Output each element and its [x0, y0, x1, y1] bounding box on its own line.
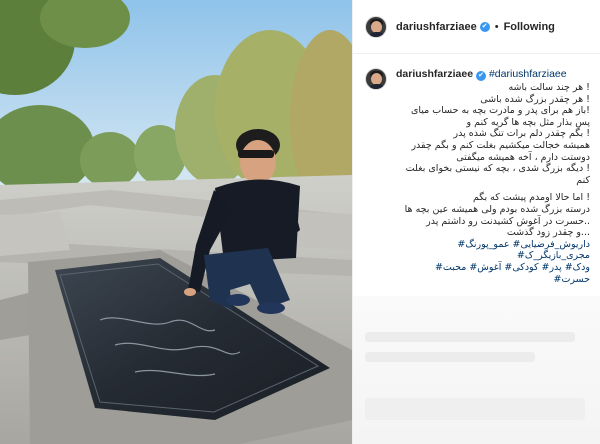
caption-text: ! هر چند سالت باشه ! هر چقدر بزرگ شده با…: [396, 82, 590, 285]
comments-placeholder: [353, 296, 600, 444]
caption-line: پس بذار مثل بچه ها گریه کنم و: [466, 116, 590, 128]
comment-avatar[interactable]: [365, 68, 387, 90]
header-username[interactable]: dariushfarziaee: [396, 21, 477, 33]
following-button[interactable]: Following: [504, 21, 555, 33]
caption-line: ! دیگه بزرگ شدی ، بچه که نیستی بخوای بغل…: [405, 163, 590, 186]
caption-line: !باز هم برای پدر و مادرت بچه به حساب میا…: [410, 105, 590, 117]
caption-line: درسته بزرگ شده بودم ولی همیشه عین بچه ها: [404, 203, 590, 215]
caption-line: همیشه خجالت میکشیم بغلت کنم و بگم چقدر: [411, 139, 590, 151]
caption-line: ! هر چقدر بزرگ شده باشی: [480, 93, 590, 105]
caption-line: ! اما حالا اومدم پیشت که بگم: [472, 192, 590, 204]
caption-line: ..حسرت در آغوش کشیدنت رو داشتم پدر: [426, 215, 590, 227]
post-side-panel: dariushfarziaee ✔ • Following dariushfar…: [352, 0, 600, 444]
header-avatar[interactable]: [365, 15, 387, 38]
caption-line: ...و چقدر زود گذشت: [506, 227, 590, 239]
post-photo[interactable]: [0, 0, 352, 444]
comment-username[interactable]: dariushfarziaee: [396, 68, 473, 80]
caption-comment: dariushfarziaee ✔ #dariushfarziaee ! هر چ…: [353, 54, 600, 285]
post-header: dariushfarziaee ✔ • Following: [353, 0, 600, 54]
hashtag-link[interactable]: #dariushfarziaee: [489, 68, 567, 80]
separator-dot: •: [494, 20, 499, 33]
caption-line: ! بگم چقدر دلم برات تنگ شده پدر: [453, 128, 590, 140]
caption-hashtags[interactable]: ودک# پدر# کودکی# آغوش# محبت# حسرت#: [396, 262, 590, 285]
caption-line: دوستت دارم ، آخه همیشه میگفتی: [456, 151, 590, 163]
verified-badge-icon: ✔: [479, 21, 490, 32]
post-image: [0, 0, 352, 444]
verified-badge-icon: ✔: [476, 71, 487, 81]
caption-hashtags[interactable]: داریوش_فرضیایی# عمو_پورنگ# مجری_بازیگر_ک…: [396, 239, 590, 262]
caption-line: ! هر چند سالت باشه: [508, 82, 590, 93]
